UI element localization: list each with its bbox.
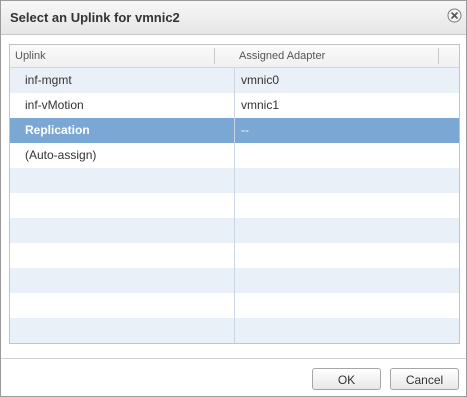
column-header-uplink[interactable]: Uplink bbox=[15, 45, 215, 67]
uplink-grid: Uplink Assigned Adapter inf-mgmt vmnic0 in… bbox=[9, 44, 460, 344]
assigned-adapter-cell: -- bbox=[241, 123, 249, 137]
uplink-cell: inf-mgmt bbox=[25, 73, 72, 87]
cancel-button[interactable]: Cancel bbox=[390, 368, 459, 390]
column-divider bbox=[234, 68, 235, 343]
column-resize-handle[interactable] bbox=[214, 48, 215, 64]
ok-button[interactable]: OK bbox=[312, 368, 381, 390]
dialog-titlebar: Select an Uplink for vmnic2 bbox=[1, 1, 466, 35]
close-icon[interactable] bbox=[447, 8, 462, 23]
grid-header: Uplink Assigned Adapter bbox=[10, 45, 459, 68]
assigned-adapter-cell: vmnic0 bbox=[241, 73, 280, 87]
uplink-cell: (Auto-assign) bbox=[25, 148, 97, 162]
column-resize-handle[interactable] bbox=[438, 48, 439, 64]
uplink-cell: inf-vMotion bbox=[25, 98, 84, 112]
footer-divider bbox=[1, 358, 466, 359]
select-uplink-dialog: Select an Uplink for vmnic2 Uplink Assig… bbox=[0, 0, 467, 397]
uplink-cell: Replication bbox=[25, 123, 90, 137]
assigned-adapter-cell: vmnic1 bbox=[241, 98, 280, 112]
column-header-assigned-adapter[interactable]: Assigned Adapter bbox=[239, 45, 439, 67]
dialog-title: Select an Uplink for vmnic2 bbox=[10, 10, 180, 25]
